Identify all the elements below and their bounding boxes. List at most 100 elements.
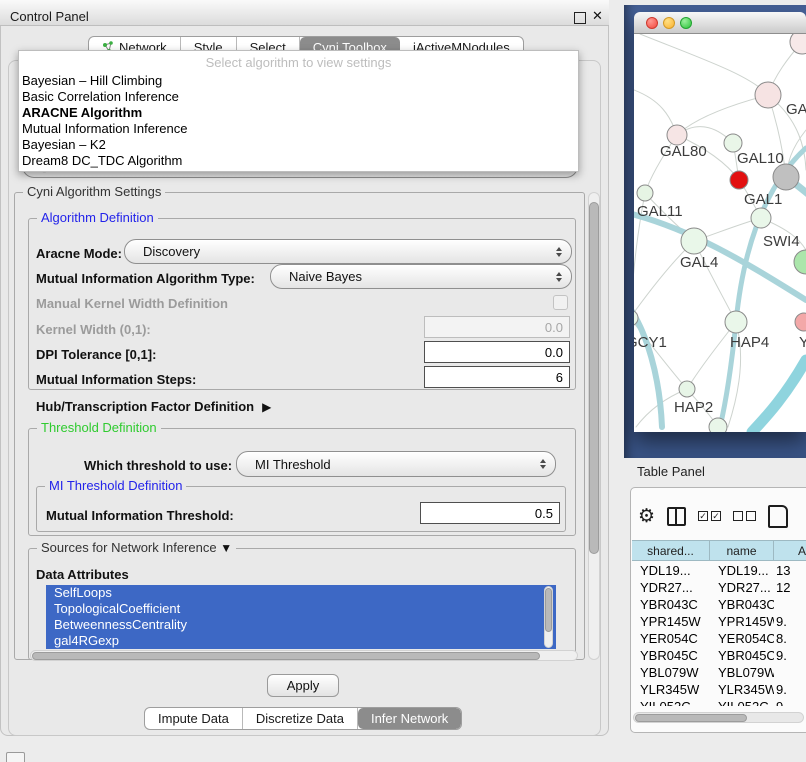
table-cell: YBR045C	[710, 647, 774, 664]
attribute-item-selfloops[interactable]: SelfLoops	[46, 585, 556, 601]
attribute-item-topologicalcoefficient[interactable]: TopologicalCoefficient	[46, 601, 556, 617]
close-traffic-light-icon[interactable]	[646, 17, 658, 29]
gear-icon[interactable]: ⚙	[638, 507, 655, 526]
mi-type-combo[interactable]: Naive Bayes	[270, 264, 572, 289]
node-label-gal10: GAL10	[737, 150, 784, 167]
network-desktop: GALGAL80GAL10GAL1GAL11SWI4GAL4GCY1HAP4YH…	[624, 5, 806, 458]
network-node-gal1[interactable]	[751, 208, 771, 228]
table-cell: 12	[774, 579, 806, 596]
apply-button[interactable]: Apply	[267, 674, 339, 697]
table-row[interactable]: YLR345WYLR345W9.	[632, 681, 806, 698]
settings-scrollbar-thumb[interactable]	[589, 202, 599, 554]
table-cell: YPR145W	[710, 613, 774, 630]
table-row[interactable]: YDR27...YDR27...12	[632, 579, 806, 596]
column-header-name[interactable]: name	[710, 541, 774, 560]
network-graph[interactable]: GALGAL80GAL10GAL1GAL11SWI4GAL4GCY1HAP4YH…	[634, 34, 806, 432]
which-threshold-combo[interactable]: MI Threshold	[236, 451, 556, 477]
minimize-traffic-light-icon[interactable]	[663, 17, 675, 29]
screen: Control Panel ✕ NetworkStyleSelectCyni T…	[0, 0, 806, 762]
tab-infer-network[interactable]: Infer Network	[358, 708, 461, 729]
sources-title-text: Sources for Network Inference	[41, 540, 217, 555]
table-cell	[774, 596, 806, 613]
network-edge[interactable]	[677, 95, 768, 135]
tab-impute-data[interactable]: Impute Data	[145, 708, 243, 729]
column-header-a[interactable]: A	[774, 541, 806, 560]
table-row[interactable]: YBL079WYBL079W	[632, 664, 806, 681]
network-node-hap2[interactable]	[679, 381, 695, 397]
algorithm-option-bayesian-hill-climbing[interactable]: Bayesian – Hill Climbing	[19, 73, 578, 89]
attributes-list-scrollbar-thumb[interactable]	[545, 588, 552, 632]
sources-title[interactable]: Sources for Network Inference ▼	[37, 540, 236, 555]
close-icon[interactable]: ✕	[592, 8, 603, 24]
network-node-swi4[interactable]	[794, 250, 806, 274]
table-cell: YBL079W	[710, 664, 774, 681]
select-all-icon[interactable]: ✓ ✓	[698, 511, 721, 521]
unchecked-box-icon	[733, 511, 743, 521]
table-header: shared...nameA	[632, 540, 806, 561]
algorithm-option-dream8-dc-tdc-algorithm[interactable]: Dream8 DC_TDC Algorithm	[19, 153, 578, 169]
network-canvas[interactable]: GALGAL80GAL10GAL1GAL11SWI4GAL4GCY1HAP4YH…	[634, 34, 806, 432]
hub-definition-toggle[interactable]: Hub/Transcription Factor Definition ▶	[36, 399, 271, 414]
table-cell: YBR043C	[632, 596, 710, 613]
table-cell: YDR27...	[710, 579, 774, 596]
kernel-width-field[interactable]: 0.0	[424, 316, 570, 338]
mi-type-label: Mutual Information Algorithm Type:	[36, 271, 255, 286]
deselect-all-icon[interactable]	[733, 511, 756, 521]
network-node-gal80[interactable]	[667, 125, 687, 145]
network-node-gal4[interactable]	[681, 228, 707, 254]
table-row[interactable]: YBR043CYBR043C	[632, 596, 806, 613]
table-row[interactable]: YER054CYER054C8.	[632, 630, 806, 647]
tab-discretize-data[interactable]: Discretize Data	[243, 708, 358, 729]
algorithm-option-aracne-algorithm[interactable]: ARACNE Algorithm	[19, 105, 578, 121]
table-cell	[774, 664, 806, 681]
aracne-mode-combo[interactable]: Discovery	[124, 239, 572, 264]
table-row[interactable]: YPR145WYPR145W9.	[632, 613, 806, 630]
network-window[interactable]: GALGAL80GAL10GAL1GAL11SWI4GAL4GCY1HAP4YH…	[634, 12, 806, 432]
checked-box-icon: ✓	[698, 511, 708, 521]
dpi-tolerance-field[interactable]: 0.0	[424, 341, 570, 363]
minimized-panel-icon[interactable]	[6, 752, 25, 762]
algorithm-option-bayesian-k2[interactable]: Bayesian – K2	[19, 137, 578, 153]
zoom-traffic-light-icon[interactable]	[680, 17, 692, 29]
network-node[interactable]	[790, 34, 806, 54]
node-label-swi4: SWI4	[763, 233, 800, 250]
network-node[interactable]	[773, 164, 799, 190]
algorithm-dropdown-items: Bayesian – Hill ClimbingBasic Correlatio…	[19, 73, 578, 169]
algorithm-definition-title: Algorithm Definition	[37, 210, 158, 225]
mi-threshold-field[interactable]: 0.5	[420, 502, 560, 524]
network-node-gal11[interactable]	[637, 185, 653, 201]
table-hscrollbar-thumb[interactable]	[635, 714, 747, 722]
network-node-y[interactable]	[795, 313, 806, 331]
network-node[interactable]	[730, 171, 748, 189]
network-edge[interactable]	[634, 241, 694, 318]
attribute-item-betweennesscentrality[interactable]: BetweennessCentrality	[46, 617, 556, 633]
table-row[interactable]: YIL052CYIL052C9.	[632, 698, 806, 706]
float-window-icon[interactable]	[574, 12, 586, 24]
table-row[interactable]: YDL19...YDL19...13	[632, 562, 806, 579]
mi-steps-field[interactable]: 6	[424, 366, 570, 388]
algorithm-option-mutual-information-inference[interactable]: Mutual Information Inference	[19, 121, 578, 137]
node-label-gal11: GAL11	[637, 203, 683, 220]
algorithm-option-basic-correlation-inference[interactable]: Basic Correlation Inference	[19, 89, 578, 105]
network-node[interactable]	[709, 418, 727, 432]
column-header-shared[interactable]: shared...	[632, 541, 710, 560]
new-table-icon[interactable]	[768, 505, 788, 528]
collapse-right-icon[interactable]: ▶	[262, 400, 271, 414]
table-row[interactable]: YBR045CYBR045C9.	[632, 647, 806, 664]
network-edge[interactable]	[752, 360, 806, 432]
data-attributes-label: Data Attributes	[36, 567, 129, 582]
manual-kernel-checkbox[interactable]	[553, 295, 568, 310]
network-node-gal[interactable]	[755, 82, 781, 108]
network-edge[interactable]	[634, 212, 806, 300]
table-cell: YBR045C	[632, 647, 710, 664]
algorithm-dropdown-prompt: Select algorithm to view settings	[19, 51, 578, 73]
control-panel-titlebar[interactable]	[0, 0, 609, 26]
network-edge[interactable]	[640, 34, 768, 95]
collapse-down-icon[interactable]: ▼	[220, 541, 232, 555]
attribute-item-gal4rgexp[interactable]: gal4RGexp	[46, 633, 556, 649]
columns-icon[interactable]	[667, 507, 686, 526]
settings-hscrollbar-thumb[interactable]	[32, 652, 540, 660]
network-window-titlebar[interactable]	[634, 12, 806, 34]
network-node-hap4[interactable]	[725, 311, 747, 333]
node-label-hap2: HAP2	[674, 399, 713, 416]
